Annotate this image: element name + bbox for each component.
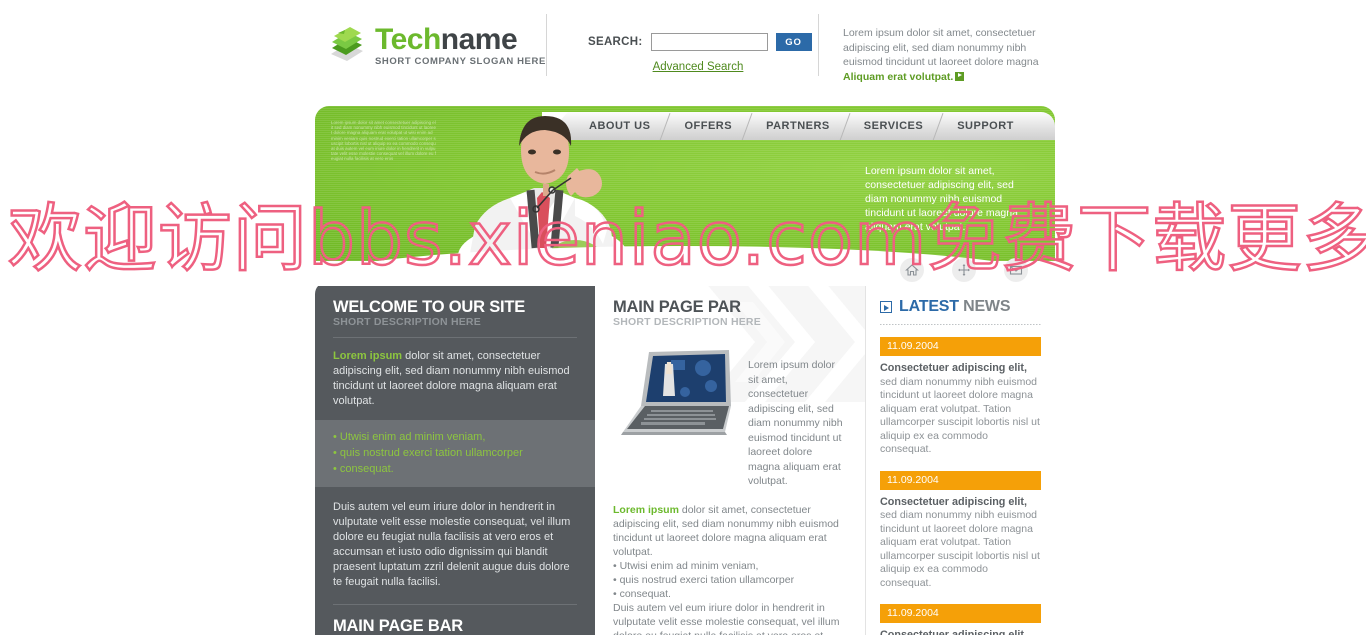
arrow-right-icon[interactable] [955, 71, 965, 81]
news-body: sed diam nonummy nibh euismod tincidunt … [880, 509, 1040, 589]
laptop-image [613, 344, 738, 436]
header-divider-1 [546, 14, 547, 76]
left-bar-title: MAIN PAGE BAR [333, 617, 464, 635]
news-header: LATEST NEWS [880, 298, 1041, 316]
left-column-paragraph: Duis autem vel eum iriure dolor in hendr… [333, 501, 571, 588]
news-title-gray: NEWS [963, 298, 1011, 315]
layered-books-icon [325, 24, 369, 68]
divider [333, 604, 577, 605]
logo-text: Techname SHORT COMPANY SLOGAN HERE [375, 25, 546, 67]
mail-icon[interactable] [1004, 258, 1028, 282]
search-label: SEARCH: [588, 36, 643, 48]
list-item: consequat. [333, 461, 577, 477]
list-item: quis nostrud exerci tation ullamcorper [333, 445, 577, 461]
arrow-right-icon [880, 301, 892, 313]
middle-feature-row: Lorem ipsum dolor sit amet, consectetuer… [613, 344, 847, 489]
middle-column-subtitle: SHORT DESCRIPTION HERE [613, 316, 761, 328]
home-icon[interactable] [900, 258, 924, 282]
list-item: Utwisi enim ad minim veniam, [333, 429, 577, 445]
news-item[interactable]: 11.09.2004 Consectetuer adipiscing elit,… [880, 604, 1041, 635]
middle-paragraph: Duis autem vel eum iriure dolor in hendr… [613, 601, 840, 635]
advanced-search-link[interactable]: Advanced Search [608, 61, 788, 73]
middle-column-title: MAIN PAGE PAR [613, 298, 741, 316]
banner-background-text: Lorem ipsum dolor sit amet consectetuer … [331, 120, 436, 162]
news-headline: Consectetuer adipiscing elit, [880, 495, 1027, 508]
news-date-badge: 11.09.2004 [880, 604, 1041, 623]
nav-item-services[interactable]: SERVICES [847, 120, 940, 132]
header-blurb: Lorem ipsum dolor sit amet, consectetuer… [843, 26, 1053, 84]
left-column-title: WELCOME TO OUR SITE [333, 298, 526, 316]
logo-name-dark: name [440, 23, 518, 57]
logo[interactable]: Techname SHORT COMPANY SLOGAN HERE [325, 24, 546, 68]
left-column-subtitle: SHORT DESCRIPTION HERE [333, 316, 481, 328]
middle-side-text: Lorem ipsum dolor sit amet, consectetuer… [748, 359, 843, 487]
page-root: Techname SHORT COMPANY SLOGAN HERE SEARC… [0, 0, 1366, 635]
list-item: • consequat. [613, 587, 671, 600]
news-headline: Consectetuer adipiscing elit, [880, 362, 1027, 374]
nav-item-partners[interactable]: PARTNERS [749, 120, 847, 132]
middle-body-lead: Lorem ipsum [613, 503, 679, 516]
logo-slogan: SHORT COMPANY SLOGAN HERE [375, 56, 546, 68]
divider [333, 337, 577, 338]
news-body: sed diam nonummy nibh euismod tincidunt … [880, 375, 1040, 456]
list-item: • quis nostrud exerci tation ullamcorper [613, 573, 795, 586]
news-item[interactable]: 11.09.2004 Consectetuer adipiscing elit,… [880, 470, 1041, 591]
site-header: Techname SHORT COMPANY SLOGAN HERE SEARC… [0, 0, 1366, 90]
news-column: LATEST NEWS 11.09.2004 Consectetuer adip… [865, 282, 1055, 635]
header-blurb-highlight: Aliquam erat volutpat. [843, 70, 954, 83]
search-go-button[interactable]: GO [775, 33, 812, 51]
logo-name-green: Tech [375, 23, 441, 57]
news-item[interactable]: 11.09.2004 Consectetuer adipiscing elit,… [880, 337, 1041, 457]
middle-column: MAIN PAGE PAR SHORT DESCRIPTION HERE Lor… [595, 282, 865, 635]
middle-body-text: Lorem ipsum dolor sit amet, consectetuer… [613, 503, 847, 559]
news-title-blue: LATEST [899, 298, 959, 315]
middle-bullets: • Utwisi enim ad minim veniam, • quis no… [613, 559, 847, 601]
banner-text: Lorem ipsum dolor sit amet, consectetuer… [865, 165, 1018, 233]
search-input[interactable] [650, 33, 768, 51]
news-date-badge: 11.09.2004 [880, 337, 1041, 356]
nav-item-offers[interactable]: OFFERS [667, 120, 749, 132]
left-column-intro: Lorem ipsum dolor sit amet, consectetuer… [333, 349, 577, 409]
divider [880, 324, 1041, 325]
news-date-badge: 11.09.2004 [880, 470, 1041, 490]
news-headline: Consectetuer adipiscing elit, [880, 629, 1027, 635]
header-divider-2 [818, 14, 819, 76]
nav-item-support[interactable]: SUPPORT [940, 120, 1031, 132]
header-blurb-text: Lorem ipsum dolor sit amet, consectetuer… [843, 27, 1039, 68]
left-column-bullets: Utwisi enim ad minim veniam, quis nostru… [315, 420, 595, 487]
left-column: WELCOME TO OUR SITE SHORT DESCRIPTION HE… [315, 282, 595, 635]
businessman-photo [425, 106, 655, 261]
left-intro-lead: Lorem ipsum [333, 350, 403, 362]
list-item: • Utwisi enim ad minim veniam, [613, 559, 759, 572]
content-columns: WELCOME TO OUR SITE SHORT DESCRIPTION HE… [315, 282, 1055, 635]
search-area: SEARCH: GO Advanced Search [588, 33, 812, 73]
quick-icons [900, 258, 1028, 282]
sitemap-icon[interactable] [952, 258, 976, 282]
